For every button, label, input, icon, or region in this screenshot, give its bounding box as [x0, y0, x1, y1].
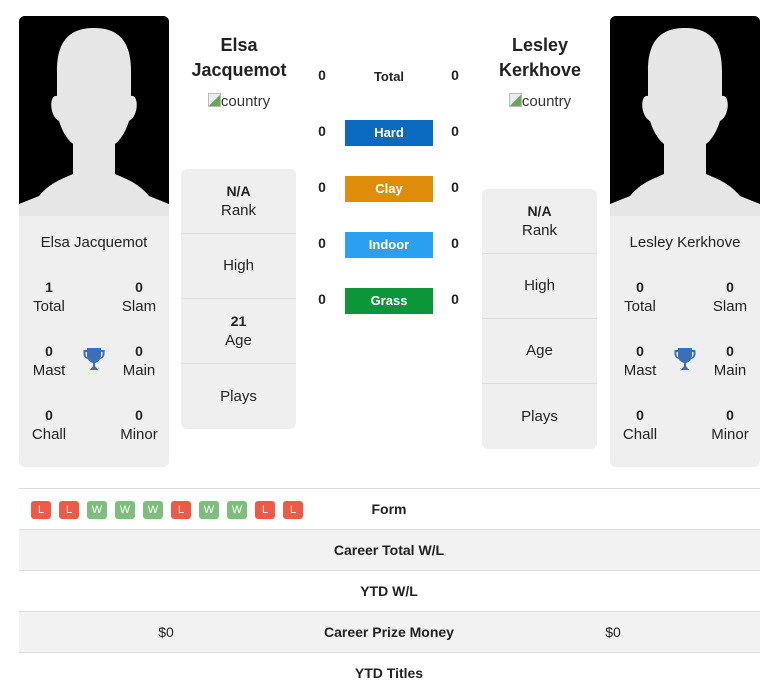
- right-titles-main: 0 Main: [713, 343, 747, 379]
- left-info-box: N/A Rank High 21 Age Plays: [181, 169, 296, 429]
- surface-hard-badge: Hard: [345, 120, 433, 146]
- row-label: YTD Titles: [354, 665, 424, 681]
- left-titles-slam: 0 Slam: [121, 279, 157, 315]
- trophy-icon: [672, 346, 698, 372]
- right-player-heading[interactable]: Lesley Kerkhove: [465, 33, 615, 83]
- right-player-name[interactable]: Lesley Kerkhove: [610, 234, 760, 251]
- left-titles-main: 0 Main: [122, 343, 156, 379]
- right-titles-total: 0 Total: [624, 279, 656, 315]
- left-form-badges: LLWWWLWWLL: [31, 501, 303, 519]
- broken-image-icon: [207, 93, 221, 107]
- left-age: 21 Age: [181, 299, 296, 364]
- left-player-photo: [19, 16, 169, 216]
- h2h-clay-left: 0: [318, 179, 326, 195]
- form-badge-loss[interactable]: L: [59, 501, 79, 519]
- h2h-total-left: 0: [318, 67, 326, 83]
- surface-indoor-badge: Indoor: [345, 232, 433, 258]
- h2h-indoor-right: 0: [451, 235, 459, 251]
- surface-clay-badge: Clay: [345, 176, 433, 202]
- left-player-card: Elsa Jacquemot 1 Total 0 Slam 0 Mast 0 M…: [19, 16, 169, 467]
- form-label: Form: [371, 501, 407, 517]
- table-row: $0 Career Prize Money $0: [19, 611, 760, 652]
- left-value: $0: [158, 624, 174, 640]
- left-titles-total: 1 Total: [33, 279, 65, 315]
- h2h-clay-right: 0: [451, 179, 459, 195]
- avatar-silhouette-icon: [610, 16, 760, 216]
- h2h-hard-left: 0: [318, 123, 326, 139]
- table-row: YTD Titles: [19, 652, 760, 693]
- left-player-name[interactable]: Elsa Jacquemot: [19, 234, 169, 251]
- h2h-grass-right: 0: [451, 291, 459, 307]
- row-label: Career Prize Money: [324, 624, 454, 640]
- h2h-grass-left: 0: [318, 291, 326, 307]
- left-high: High: [181, 234, 296, 299]
- left-player-heading[interactable]: Elsa Jacquemot: [164, 33, 314, 83]
- right-plays: Plays: [521, 407, 558, 425]
- right-country-flag: country: [465, 93, 615, 110]
- form-badge-win[interactable]: W: [143, 501, 163, 519]
- form-badge-win[interactable]: W: [227, 501, 247, 519]
- form-badge-win[interactable]: W: [87, 501, 107, 519]
- right-titles-chall: 0 Chall: [622, 407, 658, 443]
- h2h-hard-right: 0: [451, 123, 459, 139]
- right-player-card: Lesley Kerkhove 0 Total 0 Slam 0 Mast 0 …: [610, 16, 760, 467]
- right-value: $0: [605, 624, 621, 640]
- left-titles-mast: 0 Mast: [32, 343, 66, 379]
- surface-grass-badge: Grass: [345, 288, 433, 314]
- comparison-table: LLWWWLWWLL Form Career Total W/L YTD W/L…: [19, 488, 760, 693]
- form-badge-win[interactable]: W: [199, 501, 219, 519]
- avatar-silhouette-icon: [19, 16, 169, 216]
- form-row: LLWWWLWWLL Form: [19, 488, 760, 529]
- trophy-icon: [81, 346, 107, 372]
- table-row: YTD W/L: [19, 570, 760, 611]
- right-high: High: [482, 254, 597, 319]
- row-label: YTD W/L: [360, 583, 418, 599]
- h2h-total-right: 0: [451, 67, 459, 83]
- form-badge-loss[interactable]: L: [171, 501, 191, 519]
- h2h-indoor-left: 0: [318, 235, 326, 251]
- right-rank: N/A Rank: [482, 189, 597, 254]
- right-titles-mast: 0 Mast: [623, 343, 657, 379]
- right-titles-minor: 0 Minor: [711, 407, 749, 443]
- table-row: Career Total W/L: [19, 529, 760, 570]
- right-info-box: N/A Rank High Age Plays: [482, 189, 597, 449]
- broken-image-icon: [508, 93, 522, 107]
- left-country-flag: country: [164, 93, 314, 110]
- right-age: Age: [482, 319, 597, 384]
- h2h-total-label: Total: [373, 69, 405, 84]
- right-player-photo: [610, 16, 760, 216]
- left-plays: Plays: [220, 387, 257, 405]
- left-rank: N/A Rank: [181, 169, 296, 234]
- row-label: Career Total W/L: [333, 542, 445, 558]
- form-badge-loss[interactable]: L: [31, 501, 51, 519]
- form-badge-win[interactable]: W: [115, 501, 135, 519]
- left-titles-chall: 0 Chall: [31, 407, 67, 443]
- right-titles-slam: 0 Slam: [712, 279, 748, 315]
- left-titles-minor: 0 Minor: [120, 407, 158, 443]
- form-badge-loss[interactable]: L: [255, 501, 275, 519]
